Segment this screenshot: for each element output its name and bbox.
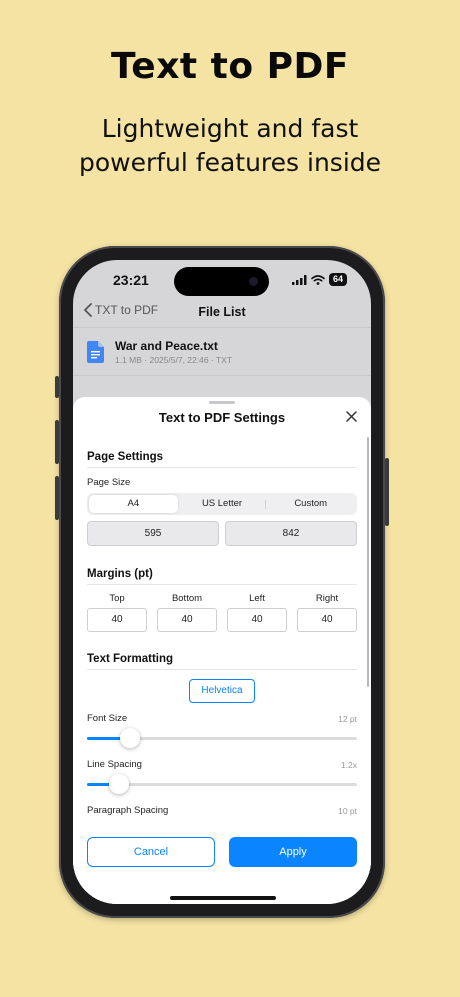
- page-size-segmented-control: A4 US Letter Custom: [87, 493, 357, 515]
- page-size-label: Page Size: [87, 477, 131, 488]
- dynamic-island: [174, 267, 269, 296]
- camera-icon: [249, 277, 258, 286]
- segment-a4[interactable]: A4: [89, 495, 178, 513]
- wifi-icon: [311, 274, 325, 285]
- file-list-item[interactable]: War and Peace.txt 1.1 MB · 2025/5/7, 22:…: [73, 328, 371, 375]
- font-size-label: Font Size: [87, 713, 128, 724]
- volume-down-button: [55, 476, 59, 520]
- margin-top: Top 40: [87, 593, 147, 632]
- font-size-value: 12 pt: [338, 714, 357, 724]
- promo-subtitle-line-2: powerful features inside: [78, 148, 382, 177]
- settings-sheet: Text to PDF Settings Page Settings Page …: [73, 397, 371, 904]
- cellular-signal-icon: [291, 274, 307, 285]
- google-docs-file-icon: [87, 341, 104, 363]
- margin-left-input[interactable]: 40: [227, 608, 287, 632]
- font-size-slider[interactable]: [87, 728, 357, 748]
- page-width-field[interactable]: 595: [87, 521, 219, 546]
- segment-us-letter[interactable]: US Letter: [178, 495, 267, 513]
- margin-left: Left 40: [227, 593, 287, 632]
- section-divider: [87, 669, 357, 670]
- section-divider: [87, 467, 357, 468]
- status-bar: 23:21 64: [73, 260, 371, 304]
- file-meta: 1.1 MB · 2025/5/7, 22:46 · TXT: [115, 355, 233, 365]
- line-spacing-slider-thumb[interactable]: [109, 774, 130, 794]
- line-spacing-label: Line Spacing: [87, 759, 142, 770]
- close-icon[interactable]: [346, 411, 357, 422]
- font-size-slider-thumb[interactable]: [120, 728, 141, 748]
- file-name: War and Peace.txt: [115, 339, 218, 353]
- apply-button[interactable]: Apply: [229, 837, 357, 867]
- page-height-field[interactable]: 842: [225, 521, 357, 546]
- paragraph-spacing-value: 10 pt: [338, 806, 357, 816]
- battery-icon: 64: [328, 273, 347, 286]
- home-indicator: [170, 896, 276, 900]
- nav-title: File List: [198, 305, 246, 319]
- segment-custom[interactable]: Custom: [266, 495, 355, 513]
- margin-right-label: Right: [315, 593, 339, 604]
- margin-right: Right 40: [297, 593, 357, 632]
- line-spacing-slider[interactable]: [87, 774, 357, 794]
- margin-bottom-input[interactable]: 40: [157, 608, 217, 632]
- paragraph-spacing-label: Paragraph Spacing: [87, 805, 169, 816]
- text-formatting-heading: Text Formatting: [87, 653, 174, 665]
- navigation-bar: TXT to PDF File List: [73, 300, 371, 328]
- margin-top-label: Top: [109, 593, 125, 604]
- margin-right-input[interactable]: 40: [297, 608, 357, 632]
- margin-left-label: Left: [249, 593, 265, 604]
- line-spacing-value: 1.2x: [340, 760, 357, 770]
- page-settings-heading: Page Settings: [87, 451, 164, 463]
- sheet-title: Text to PDF Settings: [158, 410, 286, 425]
- status-icons: 64: [291, 273, 347, 286]
- scrollbar[interactable]: [367, 437, 369, 687]
- margin-top-input[interactable]: 40: [87, 608, 147, 632]
- phone-screen: 23:21 64 TXT to PDF File List War and Pe…: [73, 260, 371, 904]
- font-select-button[interactable]: Helvetica: [189, 679, 255, 703]
- row-divider: [73, 375, 371, 376]
- cancel-button[interactable]: Cancel: [87, 837, 215, 867]
- margin-bottom: Bottom 40: [157, 593, 217, 632]
- promo-title: Text to PDF: [111, 46, 349, 87]
- sheet-footer: Cancel Apply: [73, 827, 371, 904]
- volume-up-button: [55, 420, 59, 464]
- margins-heading: Margins (pt): [87, 568, 153, 580]
- segment-us-letter-label: US Letter: [201, 498, 243, 509]
- margin-bottom-label: Bottom: [171, 593, 203, 604]
- promo-subtitle: Lightweight and fast powerful features i…: [0, 112, 460, 180]
- action-button: [55, 376, 59, 398]
- section-divider: [87, 584, 357, 585]
- sheet-grabber[interactable]: [209, 401, 235, 404]
- promo-subtitle-line-1: Lightweight and fast: [101, 114, 359, 143]
- status-time: 23:21: [113, 272, 149, 288]
- power-button: [385, 458, 389, 526]
